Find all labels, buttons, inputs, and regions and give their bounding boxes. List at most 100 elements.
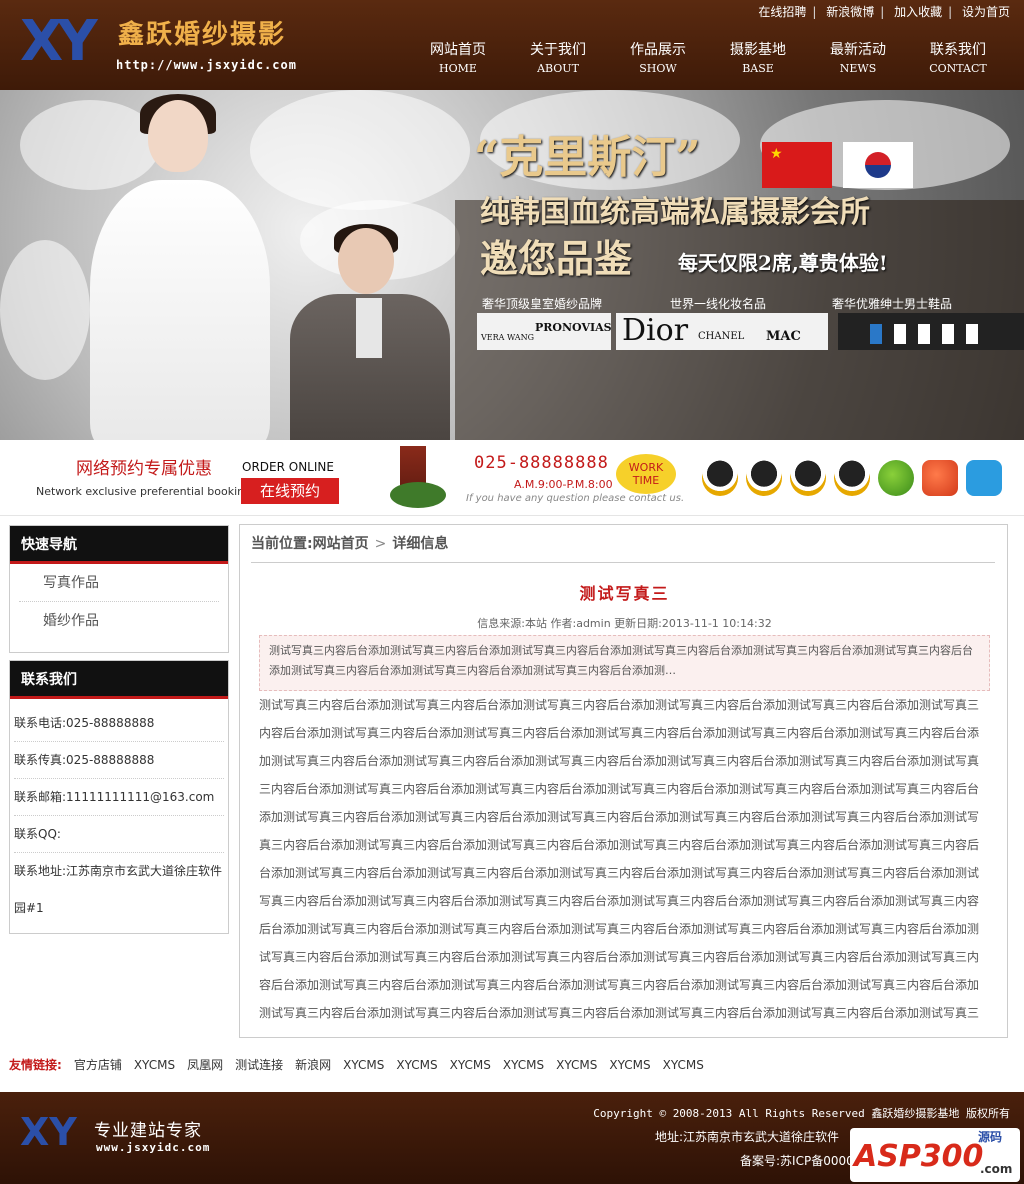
contact-box: 联系我们 联系电话:025-88888888 联系传真:025-88888888… — [9, 660, 229, 934]
breadcrumb: 当前位置:网站首页 > 详细信息 — [251, 535, 995, 563]
article-meta: 信息来源:本站 作者:admin 更新日期:2013-11-1 10:14:32 — [477, 617, 772, 630]
site-logo[interactable]: XY — [20, 12, 110, 72]
contact-qq: 联系QQ: — [14, 816, 224, 853]
main-nav: 网站首页 HOME 关于我们 ABOUT 作品展示 SHOW 摄影基地 BASE 最新活… — [408, 40, 1008, 84]
footer-slogan: 专业建站专家 — [94, 1121, 202, 1141]
tencent-weibo-icon[interactable] — [966, 460, 1002, 496]
chevron-right-icon: > — [374, 536, 387, 552]
nav-item-show[interactable]: 作品展示 SHOW — [608, 40, 708, 84]
brand-caption: 奢华优雅绅士男士鞋品 — [832, 297, 953, 311]
site-url: http://www.jsxyidc.com — [116, 58, 297, 72]
nav-label: 联系我们 — [930, 42, 986, 58]
footer-address: 地址:江苏南京市玄武大道徐庄软件 — [655, 1130, 840, 1144]
contact-title: 联系我们 — [10, 661, 228, 699]
booking-hours: A.M.9:00-P.M.8:00 — [514, 478, 613, 491]
brand-text: Dior — [622, 313, 689, 348]
nav-item-base[interactable]: 摄影基地 BASE — [708, 40, 808, 84]
slider-dots — [870, 324, 978, 344]
booking-question: If you have any question please contact … — [466, 493, 685, 504]
top-link-homepage[interactable]: 设为首页 — [962, 5, 1010, 19]
promo-line2: 纯韩国血统高端私属摄影会所 — [480, 195, 870, 230]
nav-sublabel: HOME — [439, 62, 477, 75]
friend-links: 友情链接: 官方店铺 XYCMS 凤凰网 测试连接 新浪网 XYCMS XYCMS XYCMS X… — [0, 1047, 1024, 1083]
footer-logo: XY — [20, 1112, 90, 1152]
logo-mark: XY — [20, 9, 98, 74]
nav-label: 作品展示 — [630, 42, 686, 58]
building-icon — [390, 446, 450, 508]
brand-text: VERA WANG — [481, 333, 534, 342]
breadcrumb-current: 详细信息 — [392, 536, 449, 552]
promo-headline: “克里斯汀” — [474, 132, 701, 183]
footer-logo-mark: XY — [20, 1110, 77, 1154]
brand-text: MAC — [766, 329, 801, 344]
slider-dot[interactable] — [894, 324, 906, 344]
friend-link[interactable]: XYCMS — [609, 1058, 650, 1072]
brand-logo-pronovias: VERA WANG PRONOVIAS — [477, 313, 611, 350]
booking-phone: 025-88888888 — [474, 453, 609, 473]
nav-item-about[interactable]: 关于我们 ABOUT — [508, 40, 608, 84]
breadcrumb-home-link[interactable]: 网站首页 — [313, 536, 369, 552]
nav-label: 关于我们 — [530, 42, 586, 58]
nav-label: 摄影基地 — [730, 42, 786, 58]
nav-item-news[interactable]: 最新活动 NEWS — [808, 40, 908, 84]
friend-link[interactable]: XYCMS — [663, 1058, 704, 1072]
brand-caption: 世界一线化妆名品 — [670, 297, 767, 311]
friend-link[interactable]: 官方店铺 — [74, 1058, 122, 1072]
top-links: 在线招聘 | 新浪微博 | 加入收藏 | 设为首页 — [758, 5, 1010, 19]
work-time-badge: WORK TIME — [616, 454, 676, 494]
nav-label: 最新活动 — [830, 42, 886, 58]
quick-nav-box: 快速导航 写真作品 婚纱作品 — [9, 525, 229, 653]
qq-icon[interactable] — [790, 460, 826, 496]
friend-links-label: 友情链接: — [9, 1058, 62, 1072]
groom-figure — [290, 224, 460, 440]
friend-link[interactable]: XYCMS — [556, 1058, 597, 1072]
online-booking-button[interactable]: 在线预约 — [241, 478, 339, 504]
nav-label: 网站首页 — [430, 42, 486, 58]
friend-link[interactable]: 测试连接 — [235, 1058, 283, 1072]
footer-url: www.jsxyidc.com — [96, 1141, 211, 1154]
top-link-weibo[interactable]: 新浪微博 — [826, 5, 874, 19]
slider-dot[interactable] — [870, 324, 882, 344]
quick-nav-title: 快速导航 — [10, 526, 228, 564]
breadcrumb-label: 当前位置: — [251, 536, 313, 552]
promo-line3: 邀您品鉴 — [480, 236, 633, 281]
friend-link[interactable]: XYCMS — [343, 1058, 384, 1072]
nav-item-home[interactable]: 网站首页 HOME — [408, 40, 508, 84]
footer-icp: 备案号:苏ICP备0000 — [740, 1154, 854, 1168]
booking-subtitle: Network exclusive preferential booking — [36, 485, 252, 498]
watermark-text: ASP300 — [854, 1139, 984, 1174]
top-link-jobs[interactable]: 在线招聘 — [758, 5, 806, 19]
friend-link[interactable]: XYCMS — [134, 1058, 175, 1072]
top-link-favorite[interactable]: 加入收藏 — [894, 5, 942, 19]
contact-fax: 联系传真:025-88888888 — [14, 742, 224, 779]
msn-icon[interactable] — [878, 460, 914, 496]
social-icons — [702, 460, 1002, 496]
watermark-text: 源码 — [978, 1130, 1003, 1144]
brand-logo-dior: Dior CHANEL MAC — [616, 313, 828, 350]
nav-sublabel: SHOW — [639, 62, 677, 75]
friend-link[interactable]: 凤凰网 — [187, 1058, 223, 1072]
nav-item-contact[interactable]: 联系我们 CONTACT — [908, 40, 1008, 84]
friend-link[interactable]: XYCMS — [396, 1058, 437, 1072]
brand-caption: 奢华顶级皇室婚纱品牌 — [482, 297, 603, 311]
contact-email: 联系邮箱:11111111111@163.com — [14, 779, 224, 816]
sidebar-item-wedding[interactable]: 婚纱作品 — [19, 602, 219, 640]
nav-sublabel: NEWS — [839, 62, 877, 75]
friend-link[interactable]: 新浪网 — [295, 1058, 331, 1072]
article-summary: 测试写真三内容后台添加测试写真三内容后台添加测试写真三内容后台添加测试写真三内容… — [259, 635, 990, 691]
slider-dot[interactable] — [918, 324, 930, 344]
qq-icon[interactable] — [834, 460, 870, 496]
qq-icon[interactable] — [702, 460, 738, 496]
friend-link[interactable]: XYCMS — [450, 1058, 491, 1072]
slider-dot[interactable] — [942, 324, 954, 344]
nav-sublabel: ABOUT — [537, 62, 579, 75]
qq-icon[interactable] — [746, 460, 782, 496]
promo-line4: 每天仅限2席,尊贵体验! — [678, 251, 888, 275]
weibo-icon[interactable] — [922, 460, 958, 496]
slider-dot[interactable] — [966, 324, 978, 344]
sidebar-item-portrait[interactable]: 写真作品 — [19, 564, 219, 602]
footer-copyright: Copyright © 2008-2013 All Rights Reserve… — [593, 1107, 1010, 1120]
brand-text: CHANEL — [698, 331, 745, 342]
site-name: 鑫跃婚纱摄影 — [118, 20, 287, 50]
friend-link[interactable]: XYCMS — [503, 1058, 544, 1072]
